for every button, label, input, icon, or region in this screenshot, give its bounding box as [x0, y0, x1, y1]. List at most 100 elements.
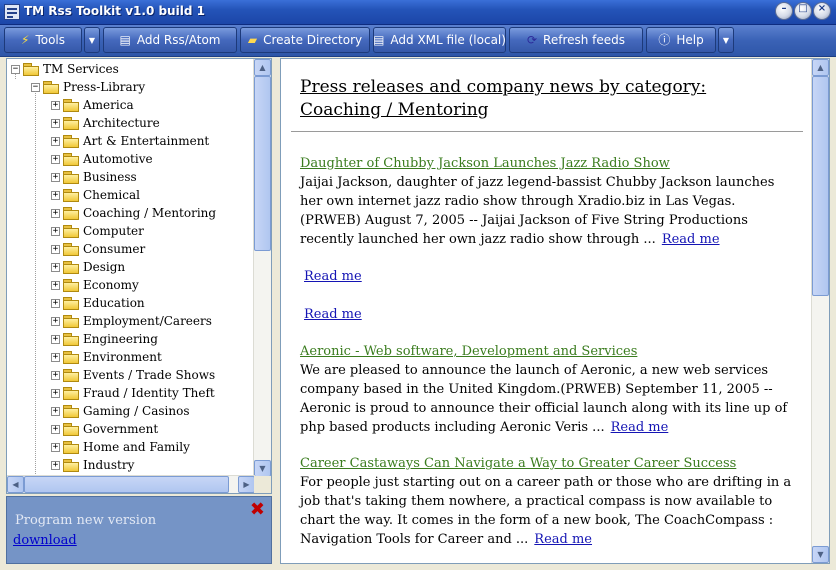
tree-node-press-library[interactable]: − Press-Library: [31, 78, 145, 96]
add-rss-label: Add Rss/Atom: [136, 33, 221, 47]
scroll-thumb[interactable]: [812, 76, 829, 296]
expand-icon[interactable]: +: [51, 406, 60, 416]
add-xml-button[interactable]: ▤ Add XML file (local): [373, 27, 506, 53]
tree-node-category[interactable]: + Education: [51, 294, 145, 312]
arrow-left-icon: ◀: [12, 480, 19, 489]
expand-icon[interactable]: +: [51, 298, 60, 308]
scroll-right-button[interactable]: ▶: [238, 476, 255, 493]
scroll-down-button[interactable]: ▼: [812, 546, 829, 563]
scroll-down-button[interactable]: ▼: [254, 460, 271, 477]
refresh-feeds-label: Refresh feeds: [543, 33, 626, 47]
tree-node-category[interactable]: + Engineering: [51, 330, 158, 348]
news-item-title[interactable]: Aeronic - Web software, Development and …: [300, 344, 637, 359]
tree-horizontal-scrollbar[interactable]: ◀ ▶: [7, 475, 255, 493]
read-me-link[interactable]: Read me: [534, 532, 592, 547]
update-panel: ✖ Program new version download: [6, 496, 272, 564]
tree-node-label: Gaming / Casinos: [83, 404, 190, 418]
read-me-link[interactable]: Read me: [662, 232, 720, 247]
expand-icon[interactable]: +: [51, 388, 60, 398]
tree-node-category[interactable]: + Gaming / Casinos: [51, 402, 189, 420]
expand-icon[interactable]: +: [51, 190, 60, 200]
scroll-left-button[interactable]: ◀: [7, 476, 24, 493]
scroll-thumb[interactable]: [24, 476, 229, 493]
tree-node-label: Architecture: [83, 116, 160, 130]
tree-node-category[interactable]: + Events / Trade Shows: [51, 366, 215, 384]
minimize-button[interactable]: –: [775, 2, 793, 20]
arrow-right-icon: ▶: [243, 480, 250, 489]
tree-node-category[interactable]: + Computer: [51, 222, 144, 240]
content-vertical-scrollbar[interactable]: ▲ ▼: [811, 59, 829, 563]
tree-node-category[interactable]: + Art & Entertainment: [51, 132, 209, 150]
expand-icon[interactable]: +: [51, 316, 60, 326]
tree-node-category[interactable]: + Design: [51, 258, 125, 276]
read-me-link[interactable]: Read me: [304, 269, 362, 284]
tools-dropdown-button[interactable]: ▼: [84, 27, 100, 53]
tree-node-category[interactable]: + Industry: [51, 456, 134, 474]
expand-icon[interactable]: +: [51, 262, 60, 272]
expand-icon[interactable]: +: [51, 424, 60, 434]
expand-icon[interactable]: +: [51, 334, 60, 344]
expand-icon[interactable]: +: [51, 370, 60, 380]
add-rss-button[interactable]: ▤ Add Rss/Atom: [103, 27, 237, 53]
expand-icon[interactable]: +: [51, 352, 60, 362]
help-label: Help: [676, 33, 704, 47]
tree-node-category[interactable]: + Government: [51, 420, 158, 438]
help-button[interactable]: ⓘ Help: [646, 27, 716, 53]
tree-node-category[interactable]: + Employment/Careers: [51, 312, 212, 330]
tree-node-category[interactable]: + Architecture: [51, 114, 160, 132]
tree-node-label: Design: [83, 260, 126, 274]
tools-button[interactable]: ⚡ Tools: [4, 27, 82, 53]
tools-label: Tools: [35, 33, 65, 47]
tree-node-category[interactable]: + Business: [51, 168, 137, 186]
read-me-link[interactable]: Read me: [304, 307, 362, 322]
expand-icon[interactable]: +: [51, 208, 60, 218]
tree-node-label: Coaching / Mentoring: [83, 206, 217, 220]
open-folder-icon: [23, 63, 39, 76]
tree-node-category[interactable]: + America: [51, 96, 134, 114]
tree-node-category[interactable]: + Chemical: [51, 186, 140, 204]
tree-node-root[interactable]: − TM Services: [11, 60, 119, 78]
expand-icon[interactable]: +: [51, 244, 60, 254]
tree-vertical-scrollbar[interactable]: ▲ ▼: [253, 59, 271, 477]
download-link[interactable]: download: [13, 533, 77, 548]
collapse-icon[interactable]: −: [11, 64, 20, 74]
news-item-title[interactable]: Daughter of Chubby Jackson Launches Jazz…: [300, 156, 670, 171]
expand-icon[interactable]: +: [51, 226, 60, 236]
expand-icon[interactable]: +: [51, 172, 60, 182]
news-item-body: For people just starting out on a career…: [300, 473, 795, 549]
tree-node-category[interactable]: + Fraud / Identity Theft: [51, 384, 215, 402]
close-window-button[interactable]: ×: [813, 2, 831, 20]
close-panel-button[interactable]: ✖: [250, 499, 265, 520]
tree-node-label: Industry: [83, 458, 135, 472]
tree-node-category[interactable]: + Consumer: [51, 240, 145, 258]
folder-icon: ▰: [247, 33, 258, 47]
scroll-up-button[interactable]: ▲: [812, 59, 829, 76]
read-me-link[interactable]: Read me: [611, 420, 669, 435]
expand-icon[interactable]: +: [51, 280, 60, 290]
tree-node-category[interactable]: + Environment: [51, 348, 162, 366]
lightning-icon: ⚡: [21, 33, 30, 47]
tree-node-category[interactable]: + Home and Family: [51, 438, 190, 456]
scroll-thumb[interactable]: [254, 76, 271, 251]
tree-node-label: Government: [83, 422, 159, 436]
collapse-icon[interactable]: −: [31, 82, 40, 92]
refresh-feeds-button[interactable]: ⟳ Refresh feeds: [509, 27, 643, 53]
open-folder-icon: [63, 459, 79, 472]
tree-node-label: Environment: [83, 350, 162, 364]
scroll-up-button[interactable]: ▲: [254, 59, 271, 76]
tree-node-category[interactable]: + Economy: [51, 276, 139, 294]
expand-icon[interactable]: +: [51, 460, 60, 470]
folder-tree: − TM Services − Press-Library + America + A…: [7, 59, 255, 477]
expand-icon[interactable]: +: [51, 118, 60, 128]
create-directory-button[interactable]: ▰ Create Directory: [240, 27, 370, 53]
help-dropdown-button[interactable]: ▼: [718, 27, 734, 53]
tree-node-category[interactable]: + Automotive: [51, 150, 153, 168]
expand-icon[interactable]: +: [51, 154, 60, 164]
open-folder-icon: [63, 171, 79, 184]
maximize-button[interactable]: □: [794, 2, 812, 20]
news-item-title[interactable]: Career Castaways Can Navigate a Way to G…: [300, 456, 736, 471]
expand-icon[interactable]: +: [51, 100, 60, 110]
expand-icon[interactable]: +: [51, 136, 60, 146]
expand-icon[interactable]: +: [51, 442, 60, 452]
tree-node-category[interactable]: + Coaching / Mentoring: [51, 204, 216, 222]
